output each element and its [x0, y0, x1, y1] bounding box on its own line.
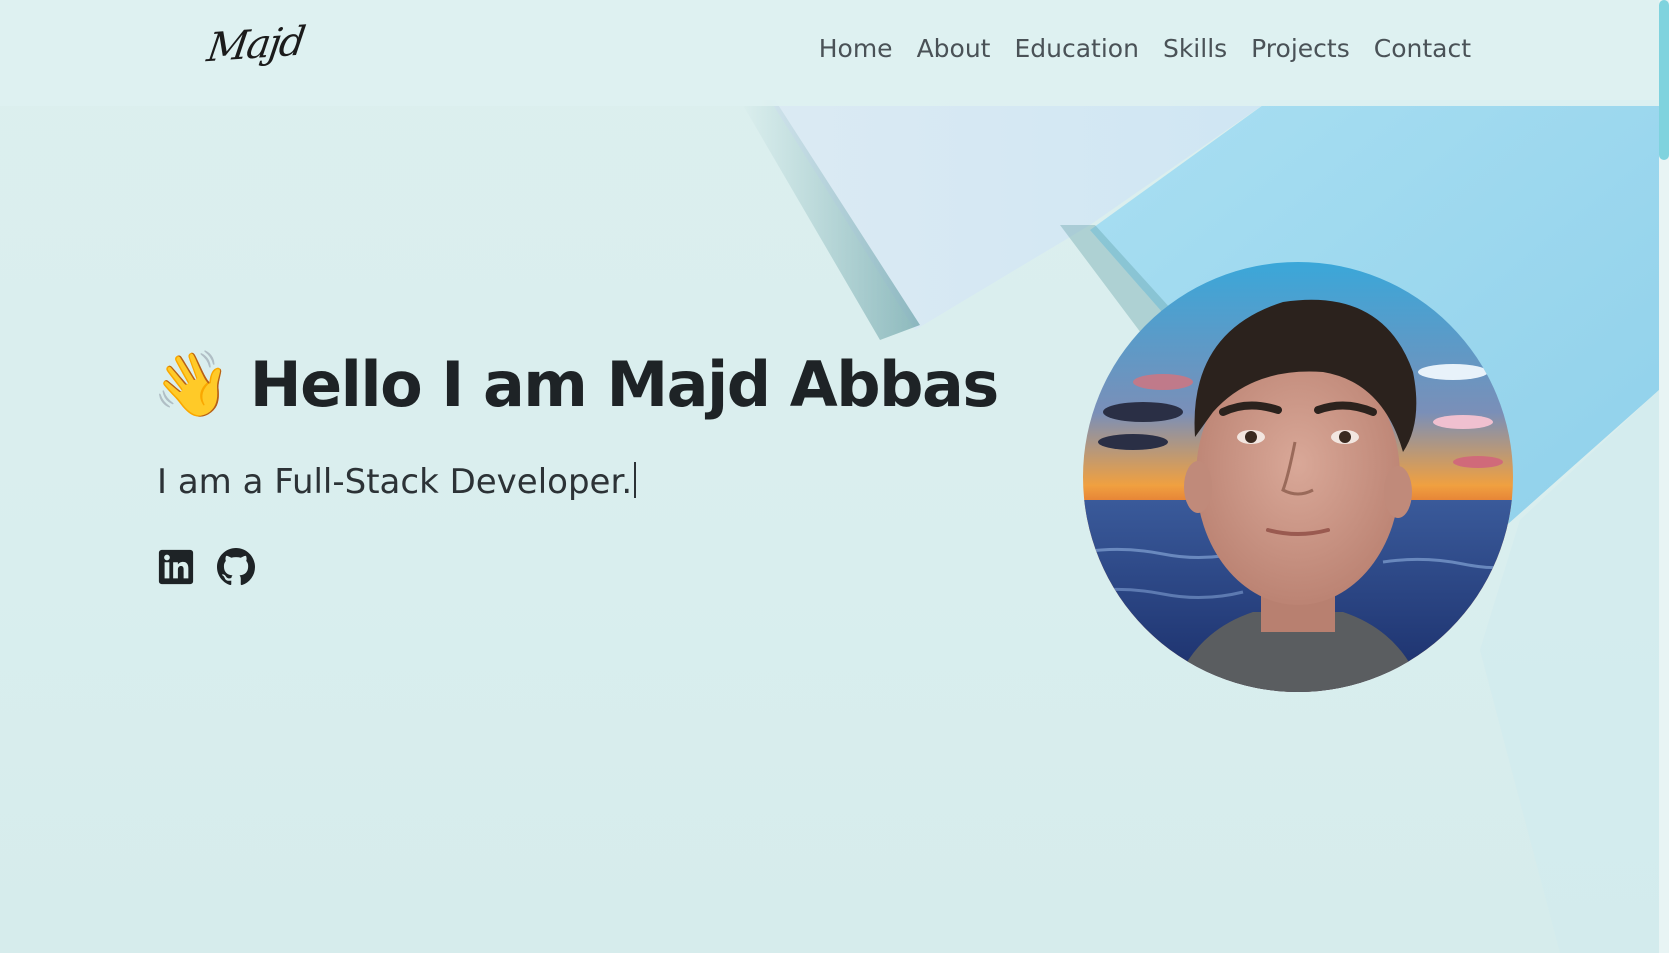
waving-hand-icon: 👋: [152, 347, 232, 422]
site-header: Majd Home About Education Skills Project…: [0, 0, 1659, 106]
page: Majd Home About Education Skills Project…: [0, 0, 1669, 953]
profile-photo: [1083, 262, 1513, 692]
logo[interactable]: Majd: [204, 19, 307, 72]
hero-heading: 👋 Hello I am Majd Abbas: [152, 347, 1000, 422]
main-nav: Home About Education Skills Projects Con…: [819, 34, 1471, 63]
typing-cursor: [634, 462, 637, 498]
nav-about[interactable]: About: [917, 34, 991, 63]
linkedin-icon[interactable]: [157, 548, 195, 586]
scrollbar-thumb[interactable]: [1659, 0, 1669, 160]
profile-photo-illustration: [1083, 262, 1513, 692]
nav-education[interactable]: Education: [1014, 34, 1138, 63]
nav-contact[interactable]: Contact: [1374, 34, 1471, 63]
social-links: [157, 548, 255, 586]
nav-projects[interactable]: Projects: [1251, 34, 1350, 63]
hero-title: Hello I am Majd Abbas: [249, 348, 1000, 421]
page-scrollbar[interactable]: [1659, 0, 1669, 953]
github-icon[interactable]: [217, 548, 255, 586]
hero-subtitle: I am a Full-Stack Developer.: [157, 462, 633, 502]
nav-home[interactable]: Home: [819, 34, 893, 63]
nav-skills[interactable]: Skills: [1163, 34, 1227, 63]
hero-subtitle-wrapper: I am a Full-Stack Developer.: [157, 462, 637, 502]
